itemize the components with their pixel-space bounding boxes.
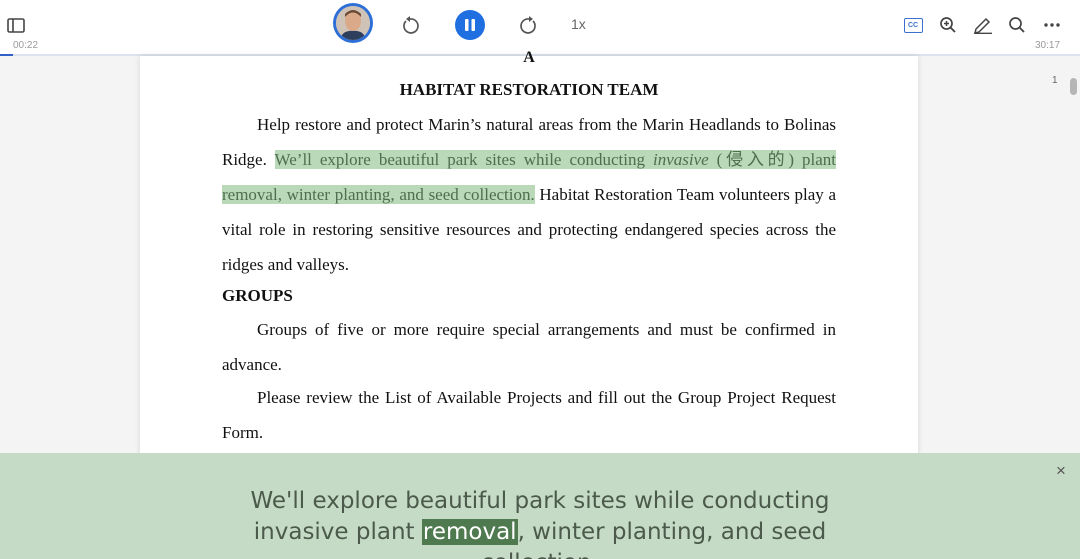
document-page: A HABITAT RESTORATION TEAM Help restore … [140, 49, 918, 456]
pause-button[interactable] [455, 10, 485, 40]
forward-icon[interactable] [517, 14, 541, 38]
more-icon[interactable] [1041, 14, 1063, 36]
total-duration: 30:17 [1035, 40, 1061, 51]
caption-current-word: removal [421, 519, 518, 545]
avatar[interactable] [333, 3, 373, 43]
close-caption-button[interactable]: × [1056, 462, 1066, 479]
pause-icon [465, 19, 475, 31]
cc-label: CC [903, 17, 923, 33]
closed-captions-icon[interactable]: CC [902, 15, 924, 35]
player-toolbar: 00:22 1x CC 30:17 [0, 0, 1080, 55]
playback-speed[interactable]: 1x [571, 16, 586, 32]
sidebar-toggle-icon[interactable] [5, 15, 27, 35]
caption-text: We'll explore beautiful park sites while… [200, 486, 880, 559]
scrollbar-thumb[interactable] [1070, 78, 1077, 95]
paragraph-groups: Groups of five or more require special a… [222, 320, 836, 374]
elapsed-time: 00:22 [13, 40, 39, 51]
highlight-part-a: We’ll explore beautiful park sites while… [274, 150, 653, 169]
section-letter: A [523, 49, 535, 66]
progress-fill [0, 54, 13, 56]
zoom-in-icon[interactable] [937, 14, 959, 36]
caption-overlay: × We'll explore beautiful park sites whi… [0, 453, 1080, 559]
rewind-icon[interactable] [398, 14, 422, 38]
page-title: HABITAT RESTORATION TEAM [399, 80, 659, 99]
narrator-photo [336, 6, 370, 40]
search-icon[interactable] [1006, 14, 1028, 36]
paragraph-intro: Help restore and protect Marin’s natural… [222, 107, 836, 282]
caption-after: , winter planting, and seed collection. [481, 519, 827, 559]
page-number: 1 [1052, 75, 1058, 86]
annotate-icon[interactable] [971, 14, 995, 36]
section-heading-groups: GROUPS [222, 286, 293, 305]
paragraph-review: Please review the List of Available Proj… [222, 388, 836, 442]
highlight-italic-word: invasive [652, 150, 709, 169]
